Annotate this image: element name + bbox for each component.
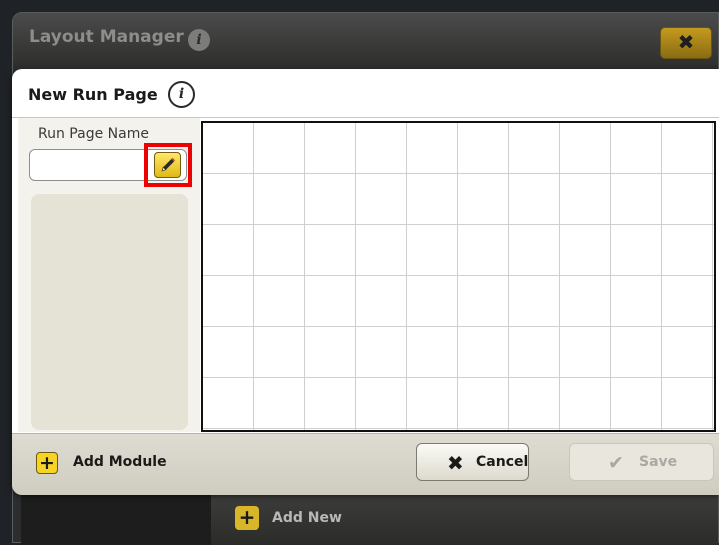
run-page-name-label: Run Page Name: [38, 126, 149, 142]
layout-manager-titlebar: Layout Manager i ✖: [13, 13, 718, 65]
new-run-page-dialog: New Run Page i Run Page Name + Add Modul…: [12, 69, 719, 495]
check-icon: ✔: [608, 452, 624, 474]
run-page-grid-canvas[interactable]: [201, 121, 716, 432]
save-label: Save: [639, 454, 678, 470]
dialog-header: New Run Page i: [12, 69, 719, 118]
info-icon[interactable]: i: [188, 29, 210, 51]
add-new-icon[interactable]: +: [235, 506, 259, 530]
dialog-footer: + Add Module ✖ Cancel ✔ Save: [12, 433, 719, 495]
left-strip: [21, 495, 211, 545]
left-panel: Run Page Name: [18, 118, 200, 432]
add-new-button[interactable]: Add New: [272, 510, 342, 526]
dialog-info-icon[interactable]: i: [168, 81, 195, 108]
cancel-button[interactable]: ✖ Cancel: [416, 443, 529, 481]
add-module-icon[interactable]: +: [36, 452, 58, 474]
layout-manager-bottom-bar: + Add New: [211, 495, 718, 545]
cancel-label: Cancel: [476, 454, 529, 470]
add-module-button[interactable]: Add Module: [73, 454, 167, 470]
cancel-icon: ✖: [447, 451, 464, 475]
module-list-area: [31, 194, 188, 430]
edit-name-button[interactable]: [154, 152, 181, 178]
pencil-icon: [161, 157, 176, 172]
save-button[interactable]: ✔ Save: [569, 443, 714, 481]
close-button[interactable]: ✖: [660, 27, 712, 59]
layout-manager-title: Layout Manager: [29, 27, 184, 47]
dialog-title: New Run Page: [28, 85, 158, 104]
